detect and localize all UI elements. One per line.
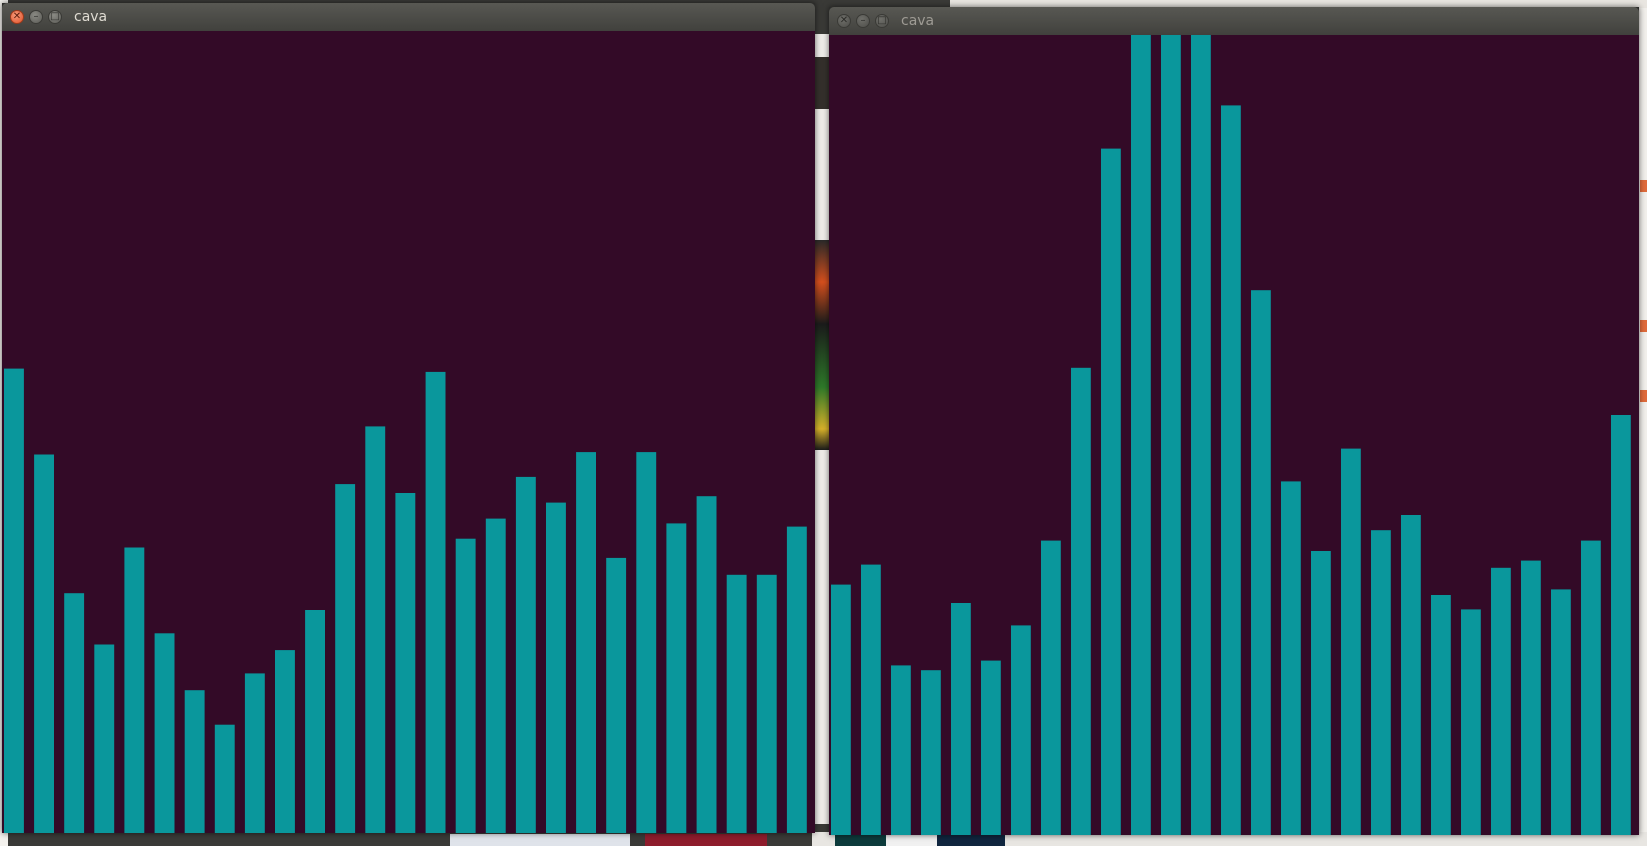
- spectrum-bar: [1371, 530, 1391, 835]
- spectrum-bar: [756, 574, 777, 833]
- spectrum-bar: [1581, 540, 1601, 835]
- maximize-icon[interactable]: □: [875, 14, 889, 28]
- spectrum-bar: [4, 368, 24, 833]
- spectrum-bar: [124, 547, 145, 833]
- spectrum-bar: [786, 526, 807, 833]
- spectrum-bar: [1401, 515, 1421, 835]
- spectrum-bar: [1131, 35, 1151, 835]
- close-icon[interactable]: ✕: [10, 10, 24, 24]
- background-window: [1638, 8, 1647, 832]
- spectrum-bar: [1461, 609, 1481, 835]
- visualizer-canvas: [829, 35, 1639, 835]
- spectrum-bar: [425, 371, 446, 833]
- spectrum-bar: [1221, 105, 1241, 835]
- spectrum-bar: [485, 518, 506, 833]
- spectrum-bar: [921, 670, 941, 835]
- spectrum-bar: [184, 690, 205, 833]
- spectrum-bar: [1491, 567, 1511, 835]
- spectrum-bar: [1611, 415, 1631, 835]
- spectrum-bars: [4, 368, 807, 833]
- spectrum-bar: [1281, 481, 1301, 835]
- spectrum-bar: [1161, 35, 1181, 835]
- spectrum-bar: [1011, 625, 1031, 835]
- spectrum-bar: [1041, 540, 1061, 835]
- window-title: cava: [901, 13, 935, 29]
- cava-window-left[interactable]: ✕ – □ cava: [2, 3, 815, 833]
- spectrum-bar: [546, 502, 566, 833]
- background-thumbnails: [835, 834, 1005, 846]
- cava-window-right[interactable]: ✕ – □ cava: [829, 7, 1639, 835]
- spectrum-bar: [214, 724, 235, 833]
- background-window: [450, 834, 630, 846]
- window-titlebar[interactable]: ✕ – □ cava: [829, 7, 1639, 35]
- spectrum-bar: [244, 673, 265, 833]
- window-titlebar[interactable]: ✕ – □ cava: [2, 3, 815, 31]
- spectrum-bars: [831, 35, 1631, 835]
- background-marker: [1640, 180, 1647, 192]
- spectrum-bar: [726, 574, 747, 833]
- maximize-icon[interactable]: □: [48, 10, 62, 24]
- spectrum-bar: [154, 633, 175, 833]
- spectrum-bar: [1431, 595, 1451, 835]
- spectrum-bar: [606, 557, 627, 833]
- spectrum-bar: [455, 538, 476, 833]
- spectrum-bar: [951, 603, 971, 835]
- spectrum-bar: [891, 665, 911, 835]
- close-icon[interactable]: ✕: [837, 14, 851, 28]
- spectrum-bar: [1311, 551, 1331, 835]
- spectrum-bar: [1341, 448, 1361, 835]
- spectrum-bar: [1251, 290, 1271, 835]
- spectrum-bar: [666, 523, 687, 833]
- spectrum-bar: [981, 660, 1001, 835]
- background-window: [645, 834, 767, 846]
- spectrum-bar: [1551, 589, 1571, 835]
- spectrum-bar: [64, 593, 85, 833]
- spectrum-bar: [1191, 35, 1211, 835]
- spectrum-bar: [515, 476, 536, 833]
- spectrum-bar: [335, 484, 356, 833]
- spectrum-bar: [94, 644, 115, 833]
- spectrum-bar: [861, 564, 881, 835]
- spectrum-bar: [365, 426, 386, 833]
- spectrum-bar: [395, 493, 416, 833]
- spectrum-bar: [305, 610, 325, 833]
- spectrum-bar: [1521, 560, 1541, 835]
- spectrum-bar: [576, 452, 596, 833]
- spectrum-bar: [831, 584, 851, 835]
- minimize-icon[interactable]: –: [29, 10, 43, 24]
- background-marker: [1640, 390, 1647, 402]
- visualizer-canvas: [2, 31, 815, 833]
- background-marker: [1640, 320, 1647, 332]
- minimize-icon[interactable]: –: [856, 14, 870, 28]
- spectrum-bar: [696, 496, 717, 833]
- spectrum-bar: [275, 650, 295, 833]
- spectrum-bar: [636, 452, 657, 833]
- window-title: cava: [74, 9, 108, 25]
- spectrum-bar: [1101, 148, 1121, 835]
- spectrum-bar: [1071, 367, 1091, 835]
- spectrum-bar: [34, 454, 54, 833]
